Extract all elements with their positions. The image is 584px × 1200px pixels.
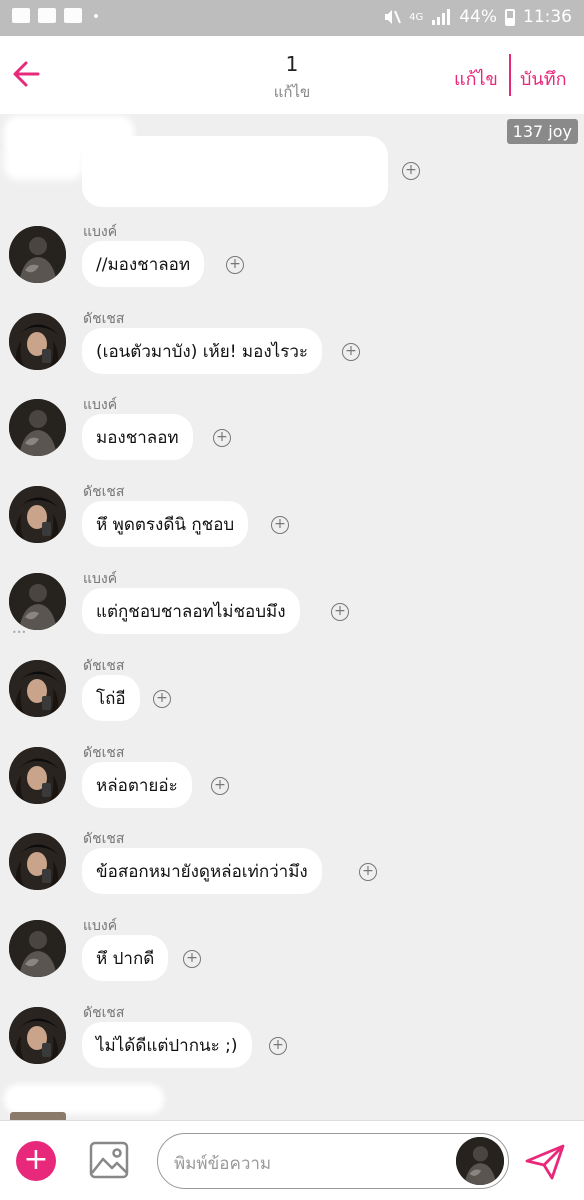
folder-icon (64, 8, 82, 23)
add-button[interactable]: + (16, 1141, 56, 1181)
typing-indicator-icon: ••• (12, 628, 27, 637)
message-bubble[interactable]: หึ ปากดี (82, 935, 169, 981)
message-bubble[interactable]: แต่กูชอบชาลอทไม่ชอบมึง (82, 588, 300, 634)
avatar-bank[interactable] (9, 399, 66, 456)
message-bubble[interactable]: ข้อสอกหมายังดูหล่อเท่กว่ามึง (82, 848, 322, 894)
avatar-duchess[interactable] (9, 833, 66, 890)
add-reaction-icon[interactable]: + (213, 429, 231, 447)
sender-avatar-selector[interactable] (456, 1137, 504, 1185)
message-bubble[interactable]: //มองชาลอท (82, 241, 205, 287)
add-reaction-icon[interactable]: + (153, 690, 171, 708)
chat-area[interactable]: 137 joy + แบงค์ //มองชาลอท + ดัชเชส (เอน… (0, 114, 584, 1120)
sender-name: ดัชเชส (83, 311, 125, 327)
save-button[interactable]: บันทึก (520, 64, 567, 93)
add-reaction-icon[interactable]: + (342, 343, 360, 361)
add-reaction-icon[interactable]: + (402, 162, 420, 180)
sender-name: แบงค์ (83, 224, 118, 240)
send-icon[interactable] (524, 1143, 566, 1181)
mute-icon (385, 10, 402, 24)
message-bubble[interactable]: (เอนตัวมาบัง) เห้ย! มองไรวะ (82, 328, 323, 374)
network-type: 4G (409, 11, 424, 23)
redacted-avatar (4, 140, 84, 180)
redacted-message-bubble (82, 136, 388, 207)
header-divider (509, 54, 511, 96)
add-reaction-icon[interactable]: + (271, 516, 289, 534)
avatar-duchess[interactable] (9, 313, 66, 370)
sender-name: ดัชเชส (83, 831, 125, 847)
redacted-sender (4, 1084, 164, 1114)
message-item: ดัชเชส หึ พูดตรงดีนิ กูชอบ + (0, 481, 584, 565)
system-icons: 4G 44% 11:36 (383, 7, 572, 27)
message-item: ดัชเชส (เอนตัวมาบัง) เห้ย! มองไรวะ + (0, 308, 584, 392)
signal-icon (432, 9, 451, 25)
message-item: แบงค์ //มองชาลอท + (0, 221, 584, 305)
add-reaction-icon[interactable]: + (359, 863, 377, 881)
message-bubble[interactable]: ไม่ได้ดีแต่ปากนะ ;) (82, 1022, 252, 1068)
add-reaction-icon[interactable]: + (331, 603, 349, 621)
battery-icon (505, 8, 515, 26)
sender-name: ดัชเชส (83, 745, 125, 761)
avatar-duchess[interactable] (9, 660, 66, 717)
notification-icons (12, 8, 98, 23)
avatar-duchess[interactable] (9, 486, 66, 543)
sender-name: แบงค์ (83, 918, 118, 934)
message-bubble[interactable]: หล่อตายอ่ะ (82, 762, 192, 808)
clock: 11:36 (523, 7, 572, 27)
message-icon (38, 8, 56, 23)
message-bubble[interactable]: หึ พูดตรงดีนิ กูชอบ (82, 501, 249, 547)
avatar-duchess[interactable] (9, 1007, 66, 1064)
battery-percent: 44% (459, 7, 497, 27)
message-item: ดัชเชส ไม่ได้ดีแต่ปากนะ ;) + (0, 1002, 584, 1086)
sender-name: ดัชเชส (83, 484, 125, 500)
message-composer: + พิมพ์ข้อความ (0, 1120, 584, 1200)
image-icon[interactable] (89, 1141, 129, 1179)
message-bubble[interactable]: โถ่อี (82, 675, 140, 721)
view-count-badge: 137 joy (506, 119, 578, 144)
sender-name: ดัชเชส (83, 658, 125, 674)
message-item: แบงค์ มองชาลอท + (0, 394, 584, 478)
add-reaction-icon[interactable]: + (183, 950, 201, 968)
avatar-bank[interactable] (9, 920, 66, 977)
message-item: ดัชเชส ข้อสอกหมายังดูหล่อเท่กว่ามึง + (0, 828, 584, 912)
sender-name: ดัชเชส (83, 1005, 125, 1021)
message-bubble[interactable]: มองชาลอท (82, 414, 193, 460)
sender-name: แบงค์ (83, 397, 118, 413)
message-item: แบงค์ หึ ปากดี + (0, 915, 584, 999)
add-reaction-icon[interactable]: + (226, 256, 244, 274)
message-input-placeholder: พิมพ์ข้อความ (174, 1154, 272, 1174)
gallery-icon (12, 8, 30, 23)
edit-button[interactable]: แก้ไข (454, 64, 498, 93)
message-item: แบงค์ แต่กูชอบชาลอทไม่ชอบมึง + ••• (0, 568, 584, 652)
message-item: ดัชเชส หล่อตายอ่ะ + (0, 742, 584, 826)
message-item: ดัชเชส โถ่อี + (0, 655, 584, 739)
avatar-duchess[interactable] (9, 747, 66, 804)
avatar-bank[interactable] (9, 573, 66, 630)
sender-name: แบงค์ (83, 571, 118, 587)
message-input[interactable]: พิมพ์ข้อความ (157, 1133, 509, 1189)
add-reaction-icon[interactable]: + (269, 1037, 287, 1055)
add-reaction-icon[interactable]: + (211, 777, 229, 795)
avatar-bank[interactable] (9, 226, 66, 283)
more-notifications-icon (94, 13, 98, 18)
status-bar: 4G 44% 11:36 (0, 0, 584, 36)
chat-header: 1 แก้ไข แก้ไข บันทึก (0, 36, 584, 114)
avatar-partial (10, 1112, 66, 1120)
